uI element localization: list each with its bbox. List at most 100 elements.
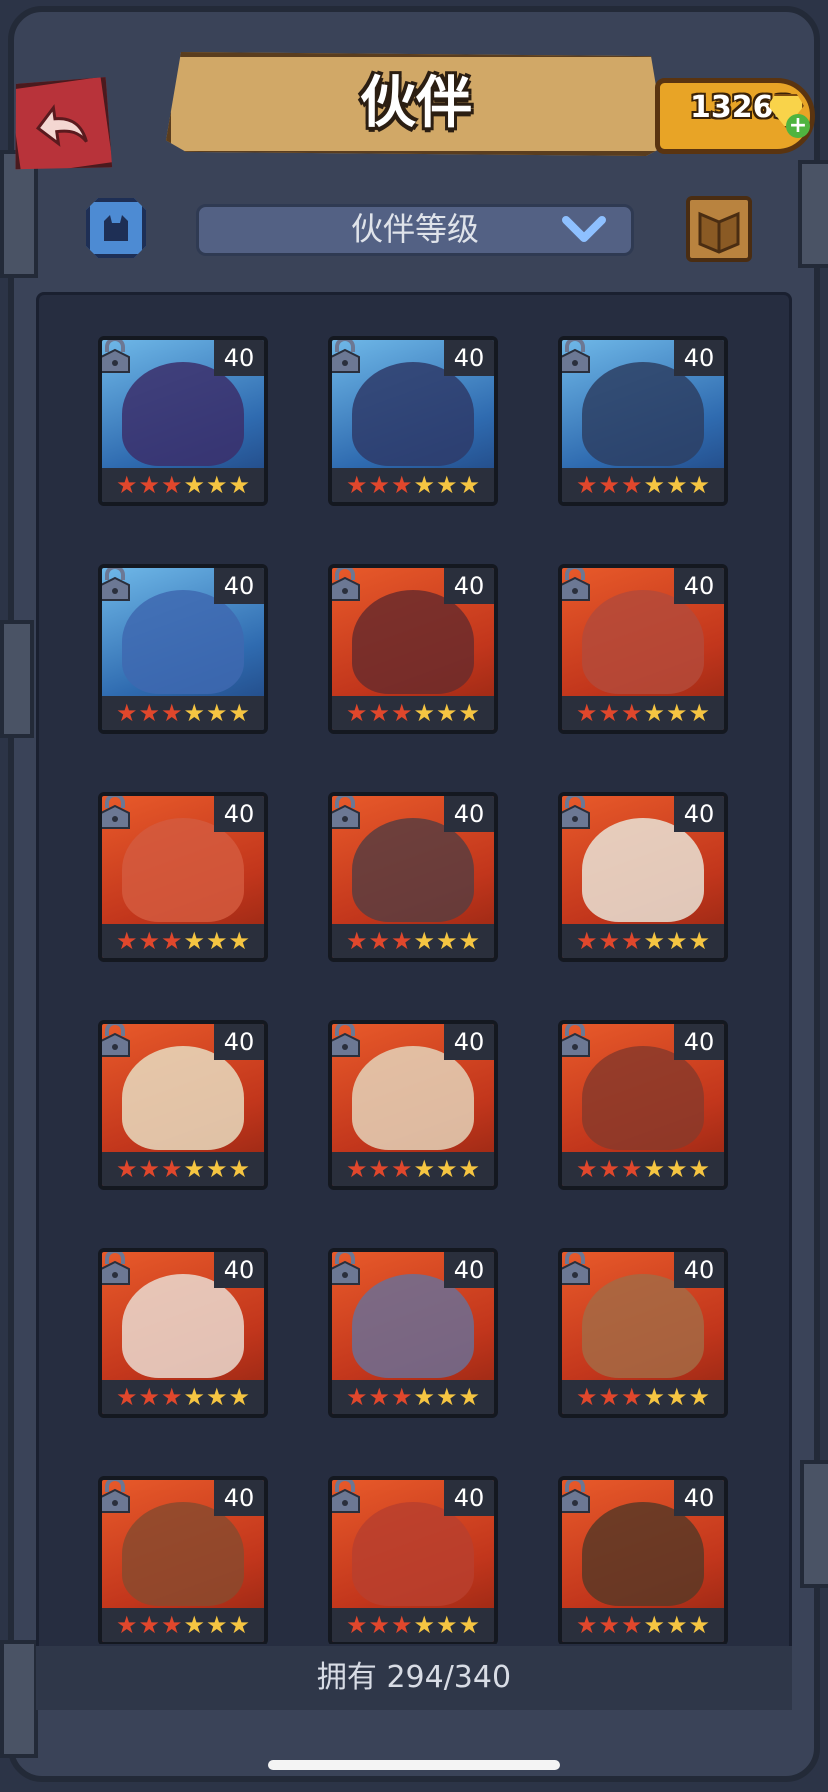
star-icon: ★: [458, 1155, 481, 1183]
lock-icon[interactable]: [98, 792, 132, 830]
lock-icon[interactable]: [558, 1476, 592, 1514]
lock-icon[interactable]: [328, 564, 362, 602]
partner-card[interactable]: 40 ★ ★ ★ ★ ★ ★: [558, 1020, 728, 1190]
partner-card[interactable]: 40 ★ ★ ★ ★ ★ ★: [328, 564, 498, 734]
star-icon: ★: [390, 471, 413, 499]
star-icon: ★: [598, 927, 620, 955]
partner-card[interactable]: 40 ★ ★ ★ ★ ★ ★: [328, 336, 498, 506]
partner-card[interactable]: 40 ★ ★ ★ ★ ★ ★: [98, 564, 268, 734]
partner-card[interactable]: 40 ★ ★ ★ ★ ★ ★: [558, 1248, 728, 1418]
star-icon: ★: [206, 1383, 228, 1411]
star-icon: ★: [620, 1383, 643, 1411]
back-arrow-icon: [31, 99, 91, 152]
lock-icon[interactable]: [98, 564, 132, 602]
partner-portrait: [352, 1502, 474, 1606]
partner-card[interactable]: 40 ★ ★ ★ ★ ★ ★: [98, 336, 268, 506]
star-icon: ★: [666, 471, 688, 499]
lock-icon[interactable]: [328, 1476, 362, 1514]
star-icon: ★: [688, 927, 711, 955]
partner-card[interactable]: 40 ★ ★ ★ ★ ★ ★: [328, 792, 498, 962]
partner-card[interactable]: 40 ★ ★ ★ ★ ★ ★: [558, 564, 728, 734]
page-title: 伙伴: [360, 71, 472, 136]
star-icon: ★: [643, 1611, 666, 1639]
lock-icon[interactable]: [328, 1248, 362, 1286]
star-icon: ★: [345, 699, 368, 727]
partner-card[interactable]: 40 ★ ★ ★ ★ ★ ★: [328, 1476, 498, 1644]
lock-icon[interactable]: [328, 792, 362, 830]
partner-card[interactable]: 40 ★ ★ ★ ★ ★ ★: [328, 1248, 498, 1418]
partner-portrait: [122, 818, 244, 922]
star-icon: ★: [413, 1155, 436, 1183]
lock-icon[interactable]: [558, 564, 592, 602]
lock-icon[interactable]: [328, 1020, 362, 1058]
lock-icon[interactable]: [558, 1248, 592, 1286]
partner-level: 40: [214, 340, 264, 376]
partner-level: 40: [214, 1480, 264, 1516]
partner-level: 40: [674, 796, 724, 832]
partner-card[interactable]: 40 ★ ★ ★ ★ ★ ★: [98, 1020, 268, 1190]
star-icon: ★: [138, 1383, 160, 1411]
lock-icon[interactable]: [558, 792, 592, 830]
back-button[interactable]: [4, 71, 118, 180]
partner-portrait: [582, 1274, 704, 1378]
star-icon: ★: [458, 1611, 481, 1639]
lock-icon[interactable]: [328, 336, 362, 374]
partner-card[interactable]: 40 ★ ★ ★ ★ ★ ★: [558, 792, 728, 962]
home-indicator[interactable]: [268, 1760, 560, 1770]
star-icon: ★: [160, 471, 183, 499]
partner-card[interactable]: 40 ★ ★ ★ ★ ★ ★: [558, 336, 728, 506]
partner-portrait: [582, 362, 704, 466]
star-icon: ★: [390, 927, 413, 955]
partner-portrait: [122, 590, 244, 694]
star-icon: ★: [666, 699, 688, 727]
chevron-down-icon[interactable]: [562, 216, 606, 244]
star-icon: ★: [643, 927, 666, 955]
star-icon: ★: [206, 471, 228, 499]
partner-card[interactable]: 40 ★ ★ ★ ★ ★ ★: [328, 1020, 498, 1190]
partner-card[interactable]: 40 ★ ★ ★ ★ ★ ★: [558, 1476, 728, 1644]
filter-button[interactable]: [86, 198, 146, 258]
star-rating: ★ ★ ★ ★ ★ ★: [562, 468, 724, 502]
partner-card[interactable]: 40 ★ ★ ★ ★ ★ ★: [98, 1248, 268, 1418]
star-icon: ★: [138, 699, 160, 727]
partner-portrait: [122, 362, 244, 466]
star-rating: ★ ★ ★ ★ ★ ★: [102, 924, 264, 958]
star-rating: ★ ★ ★ ★ ★ ★: [102, 1608, 264, 1642]
star-icon: ★: [436, 927, 458, 955]
rock-decoration: [0, 620, 34, 738]
partner-card[interactable]: 40 ★ ★ ★ ★ ★ ★: [98, 1476, 268, 1644]
lock-icon[interactable]: [98, 336, 132, 374]
plus-icon[interactable]: +: [786, 114, 810, 138]
star-icon: ★: [458, 1383, 481, 1411]
star-icon: ★: [390, 1611, 413, 1639]
star-icon: ★: [368, 1611, 390, 1639]
star-rating: ★ ★ ★ ★ ★ ★: [102, 468, 264, 502]
star-icon: ★: [436, 1155, 458, 1183]
star-icon: ★: [575, 699, 598, 727]
lock-icon[interactable]: [98, 1248, 132, 1286]
partner-level: 40: [674, 1480, 724, 1516]
star-icon: ★: [620, 1155, 643, 1183]
star-icon: ★: [390, 1383, 413, 1411]
book-button[interactable]: [686, 196, 752, 262]
star-icon: ★: [206, 1155, 228, 1183]
star-icon: ★: [666, 1155, 688, 1183]
lock-icon[interactable]: [558, 1020, 592, 1058]
star-icon: ★: [620, 1611, 643, 1639]
star-icon: ★: [598, 1155, 620, 1183]
star-icon: ★: [413, 927, 436, 955]
lock-icon[interactable]: [98, 1020, 132, 1058]
star-icon: ★: [688, 1611, 711, 1639]
partner-level: 40: [214, 1024, 264, 1060]
partner-grid: 40 ★ ★ ★ ★ ★ ★ 40 ★ ★ ★ ★ ★ ★ 40 ★ ★ ★ ★ ★ ★ 40 ★ ★ ★ ★ ★ ★ 40 ★ ★ ★ ★ ★ ★…: [36, 292, 792, 1644]
star-icon: ★: [160, 1383, 183, 1411]
star-icon: ★: [598, 1611, 620, 1639]
star-rating: ★ ★ ★ ★ ★ ★: [102, 696, 264, 730]
partner-level: 40: [214, 796, 264, 832]
star-icon: ★: [228, 1383, 251, 1411]
partner-card[interactable]: 40 ★ ★ ★ ★ ★ ★: [98, 792, 268, 962]
star-icon: ★: [436, 699, 458, 727]
lock-icon[interactable]: [558, 336, 592, 374]
partner-portrait: [352, 590, 474, 694]
lock-icon[interactable]: [98, 1476, 132, 1514]
